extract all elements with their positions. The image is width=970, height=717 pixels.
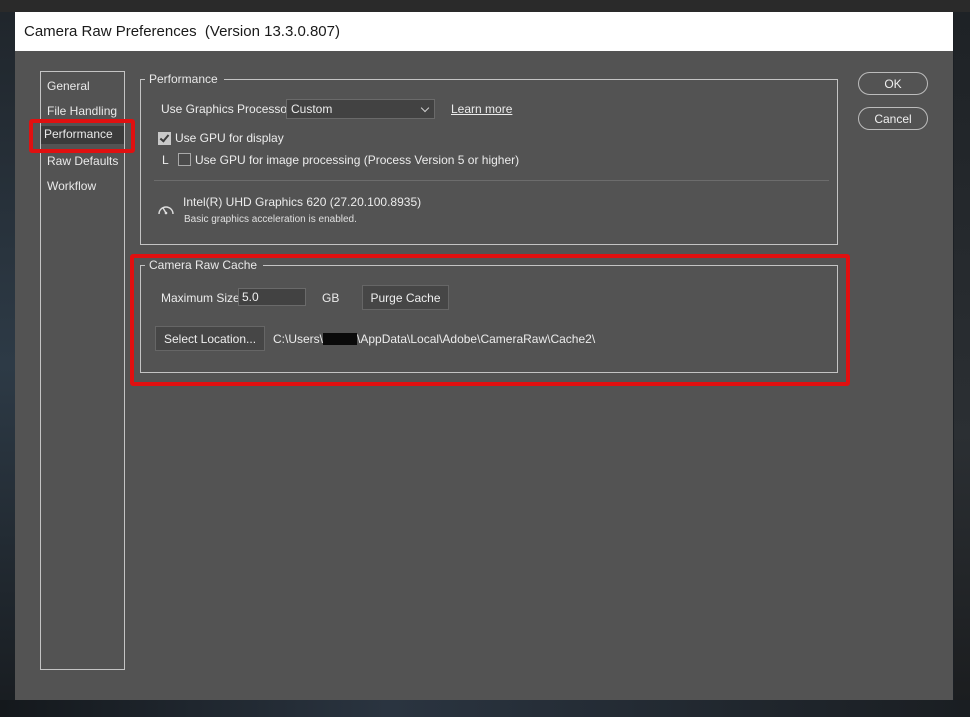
cancel-label: Cancel	[874, 112, 912, 126]
speedometer-icon	[158, 206, 174, 215]
ok-label: OK	[884, 77, 902, 91]
performance-divider	[154, 180, 829, 181]
background-left	[0, 12, 16, 717]
gpu-status: Basic graphics acceleration is enabled.	[184, 214, 357, 225]
use-gpu-processing-checkbox[interactable]	[178, 153, 191, 166]
max-size-input[interactable]: 5.0	[238, 288, 306, 306]
background-right	[954, 12, 970, 717]
cache-path-prefix: C:\Users\	[273, 332, 324, 346]
purge-cache-button[interactable]: Purge Cache	[362, 285, 449, 310]
nav-item-label: File Handling	[47, 104, 118, 118]
redacted-username	[323, 333, 358, 345]
nav-item-file-handling[interactable]: File Handling	[44, 103, 118, 121]
nav-item-label: Raw Defaults	[47, 154, 119, 168]
preferences-nav: General File Handling Performance Raw De…	[40, 71, 125, 670]
nav-item-performance[interactable]: Performance	[41, 126, 124, 144]
graphics-processor-value: Custom	[291, 102, 333, 116]
nav-item-label: General	[47, 79, 90, 93]
tree-connector: L	[162, 153, 169, 167]
window-title: Camera Raw Preferences (Version 13.3.0.8…	[24, 23, 340, 40]
purge-cache-label: Purge Cache	[370, 291, 441, 305]
title-bar[interactable]: Camera Raw Preferences (Version 13.3.0.8…	[15, 12, 953, 51]
camera-raw-cache-group: Camera Raw Cache Maximum Size: 5.0 GB Pu…	[140, 258, 838, 373]
select-location-button[interactable]: Select Location...	[155, 326, 265, 351]
background-top	[0, 0, 970, 12]
cache-path-suffix: \AppData\Local\Adobe\CameraRaw\Cache2\	[357, 332, 596, 346]
cancel-button[interactable]: Cancel	[858, 107, 928, 130]
use-gpu-processing-label: Use GPU for image processing (Process Ve…	[195, 153, 520, 167]
nav-item-raw-defaults[interactable]: Raw Defaults	[44, 153, 119, 171]
max-size-value: 5.0	[242, 290, 259, 304]
graphics-processor-select[interactable]: Custom	[286, 99, 435, 119]
gpu-label: Use Graphics Processor:	[161, 102, 295, 116]
learn-more-link[interactable]: Learn more	[451, 102, 512, 116]
use-gpu-display-checkbox[interactable]	[158, 132, 171, 145]
select-location-label: Select Location...	[163, 332, 257, 346]
chevron-down-icon	[420, 103, 430, 113]
nav-item-general[interactable]: General	[44, 78, 90, 96]
performance-group: Performance Use Graphics Processor: Cust…	[140, 72, 838, 245]
nav-item-label: Performance	[44, 127, 113, 141]
nav-item-workflow[interactable]: Workflow	[44, 178, 97, 196]
max-size-label: Maximum Size:	[161, 291, 244, 305]
size-unit: GB	[322, 291, 340, 305]
preferences-dialog: Camera Raw Preferences (Version 13.3.0.8…	[15, 12, 953, 700]
gpu-name: Intel(R) UHD Graphics 620 (27.20.100.893…	[183, 195, 422, 209]
nav-item-label: Workflow	[47, 179, 97, 193]
background-bottom	[0, 700, 970, 717]
use-gpu-display-label: Use GPU for display	[175, 131, 284, 145]
cache-legend: Camera Raw Cache	[145, 258, 264, 272]
performance-legend: Performance	[145, 72, 224, 86]
ok-button[interactable]: OK	[858, 72, 928, 95]
cache-path: C:\Users\ \AppData\Local\Adobe\CameraRaw\…	[273, 332, 595, 346]
